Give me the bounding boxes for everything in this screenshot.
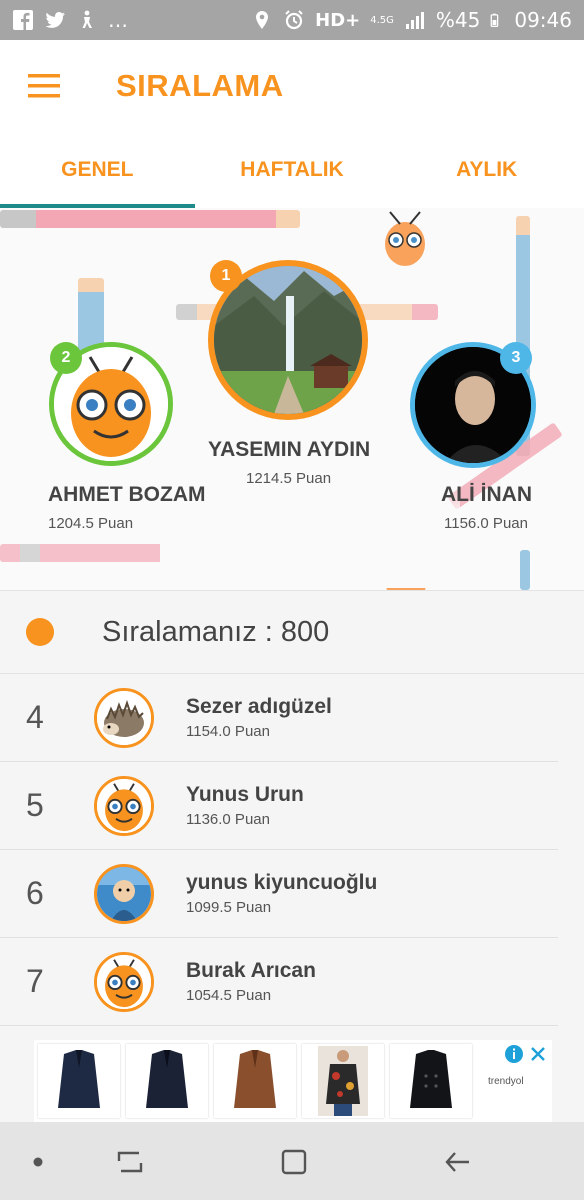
ad-product[interactable] [38,1044,120,1118]
system-nav-bar [0,1122,584,1200]
user-avatar [94,775,154,836]
home-button[interactable] [274,1142,314,1182]
user-name: Yunus Urun [186,783,304,806]
tab-haftalik[interactable]: HAFTALIK [195,132,390,208]
coat-navy-image [58,1050,100,1108]
home-icon [281,1149,307,1175]
hedgehog-avatar-image [97,690,151,745]
nav-dot-button[interactable] [18,1142,58,1182]
mascot-avatar-image [97,778,151,833]
baby-photo-avatar-image [97,866,151,921]
rank-number: 6 [26,875,44,911]
mascot-avatar-image [97,954,151,1009]
coat-dark-image [146,1050,188,1108]
pencil-decoration [520,550,530,590]
user-name: Burak Arıcan [186,959,316,982]
tab-genel[interactable]: GENEL [0,132,195,208]
user-points: 1054.5 Puan [186,987,272,1004]
tab-bar: GENEL HAFTALIK AYLIK [0,132,584,208]
coat-floral-image [318,1046,368,1116]
recent-apps-icon [117,1151,143,1173]
ad-info-icon[interactable] [504,1044,524,1064]
user-name: yunus kiyuncuoğlu [186,871,378,894]
twitter-icon [45,12,65,28]
first-place-points: 1214.5 Puan [246,470,332,487]
alarm-icon [285,10,303,30]
hd-indicator: HD+ [315,9,361,31]
tab-aylik[interactable]: AYLIK [389,132,584,208]
user-points: 1136.0 Puan [186,811,270,828]
second-place-points: 1204.5 Puan [48,515,134,532]
menu-button[interactable] [0,40,90,132]
first-place-badge: 1 [210,260,242,292]
app-toolbar: SIRALAMA [0,40,584,132]
rank-number: 5 [26,787,44,823]
network-type: 4.5G [370,14,394,26]
first-place-name: YASEMIN AYDIN [208,438,371,461]
page-title: SIRALAMA [116,68,284,103]
dot-icon [33,1157,43,1167]
clock: 09:46 [514,8,572,32]
mascot-decoration [380,208,430,268]
facebook-icon [13,10,33,30]
ad-brand-logo: trendyol [488,1075,524,1087]
list-item[interactable]: 4 Sezer adıgüzel 1154.0 Puan [0,674,558,762]
rank-number: 7 [26,963,44,999]
third-place-badge: 3 [500,342,532,374]
back-button[interactable] [438,1142,478,1182]
ad-product[interactable] [302,1044,384,1118]
third-place-name: ALİ İNAN [441,483,532,506]
app-screen: … HD+ 4.5G %45 09:46 SIRALAMA GENEL HAFT… [0,0,584,1200]
my-rank-bar: Sıralamanız : 800 [0,590,584,674]
rank-number: 4 [26,699,44,735]
third-place-points: 1156.0 Puan [444,515,528,532]
ad-product[interactable] [214,1044,296,1118]
second-place-badge: 2 [50,342,82,374]
coat-brown-image [234,1050,276,1108]
coat-black-image [410,1050,452,1108]
ad-product[interactable] [390,1044,472,1118]
podium: 1 YASEMIN AYDIN 1214.5 Puan 2 AHMET BOZA… [0,208,584,590]
ad-banner[interactable]: trendyol [34,1040,552,1122]
ad-product[interactable] [126,1044,208,1118]
list-item[interactable]: 5 Yunus Urun 1136.0 Puan [0,762,558,850]
location-icon [256,11,269,29]
signal-icon [405,12,424,29]
status-bar: … HD+ 4.5G %45 09:46 [0,0,584,40]
list-item[interactable]: 7 Burak Arıcan 1054.5 Puan [0,938,558,1026]
battery-percent: %45 [435,8,481,32]
more-notifications-icon: … [108,8,128,32]
second-place-name: AHMET BOZAM [48,483,206,506]
user-points: 1099.5 Puan [186,899,272,916]
list-item[interactable]: 6 yunus kiyuncuoğlu 1099.5 Puan [0,850,558,938]
user-avatar [94,863,154,924]
user-avatar [94,951,154,1012]
back-icon [445,1152,469,1172]
accessibility-icon [82,10,92,28]
battery-icon [490,13,499,27]
rank-indicator-dot [26,618,54,646]
user-avatar [94,687,154,748]
hamburger-menu-icon [28,74,60,98]
my-rank-label: Sıralamanız : 800 [102,615,330,648]
user-points: 1154.0 Puan [186,723,270,740]
user-name: Sezer adıgüzel [186,695,332,718]
ad-close-icon[interactable] [528,1044,548,1064]
pencil-decoration [0,210,300,228]
recent-apps-button[interactable] [110,1142,150,1182]
